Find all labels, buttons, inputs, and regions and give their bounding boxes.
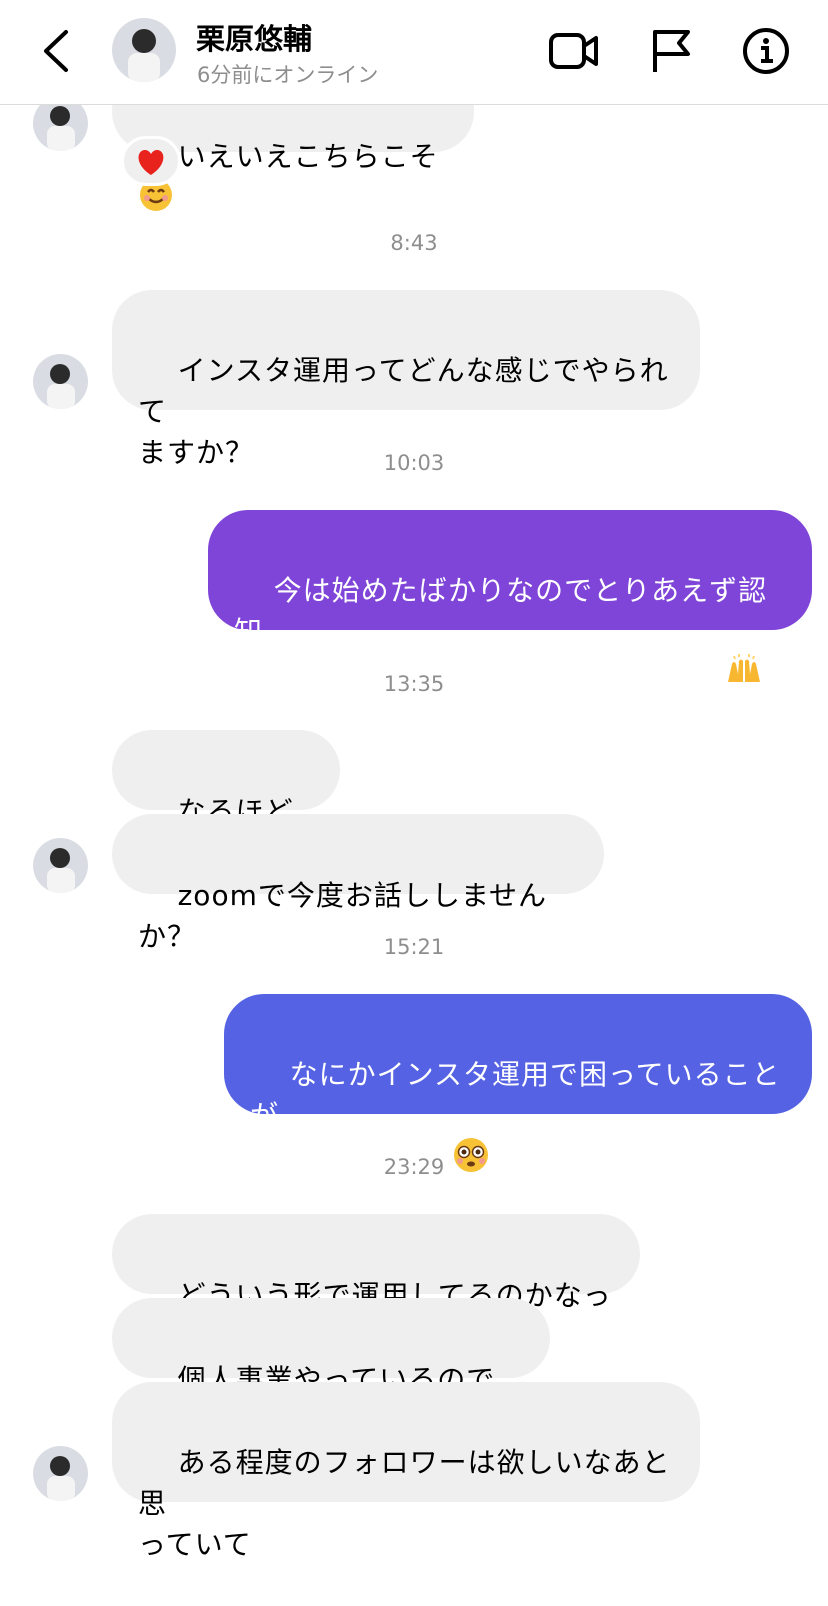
back-chevron-icon xyxy=(44,30,68,72)
back-button[interactable] xyxy=(34,26,78,76)
message-bubble[interactable]: インスタ運用ってどんな感じでやられて ますか？ xyxy=(112,290,700,469)
report-button[interactable] xyxy=(644,24,698,78)
message-bubble-outgoing[interactable]: 今は始めたばかりなのでとりあえず認知 度を上げるように心がけてやってます xyxy=(208,510,812,693)
message-bubble-outgoing[interactable]: なにかインスタ運用で困っていることが あるんですか？ xyxy=(224,994,812,1175)
message-bubble[interactable]: どういう形で運用してるのかなって xyxy=(112,1214,640,1353)
contact-name[interactable]: 栗原悠輔 xyxy=(196,16,312,58)
message-text: いえいえこちらこそ xyxy=(177,140,439,173)
contact-avatar[interactable] xyxy=(33,838,88,893)
contact-avatar[interactable] xyxy=(112,18,176,82)
timestamp: 15:21 xyxy=(383,935,445,959)
video-call-icon xyxy=(549,33,598,69)
video-call-button[interactable] xyxy=(546,24,600,78)
online-status: 6分前にオンライン xyxy=(197,63,379,87)
timestamp: 23:29 xyxy=(383,1155,445,1179)
timestamp: 13:35 xyxy=(383,672,445,696)
timestamp: 8:43 xyxy=(390,231,438,255)
info-icon xyxy=(743,28,789,74)
message-bubble[interactable]: ある程度のフォロワーは欲しいなあと思 っていて xyxy=(112,1382,700,1561)
timestamp: 10:03 xyxy=(383,451,445,475)
contact-avatar[interactable] xyxy=(33,1446,88,1501)
info-button[interactable] xyxy=(739,24,793,78)
message-text: ある程度のフォロワーは欲しいなあと思 っていて xyxy=(138,1446,671,1561)
heart-icon xyxy=(138,150,164,175)
message-bubble[interactable]: zoomで今度お話ししませんか？ xyxy=(112,814,604,953)
chat-header: 栗原悠輔 6分前にオンライン xyxy=(0,0,828,105)
contact-avatar[interactable] xyxy=(33,354,88,409)
message-bubble[interactable]: 個人事業やっているのですが xyxy=(112,1298,550,1437)
report-flag-icon xyxy=(653,30,690,72)
heart-reaction-badge[interactable] xyxy=(121,136,181,186)
message-thread: いえいえこちらこそ 8:43 インスタ運用ってどんな感じでやられて ますか？ 1… xyxy=(0,0,828,1561)
message-bubble[interactable]: なるほどお！ xyxy=(112,730,340,869)
